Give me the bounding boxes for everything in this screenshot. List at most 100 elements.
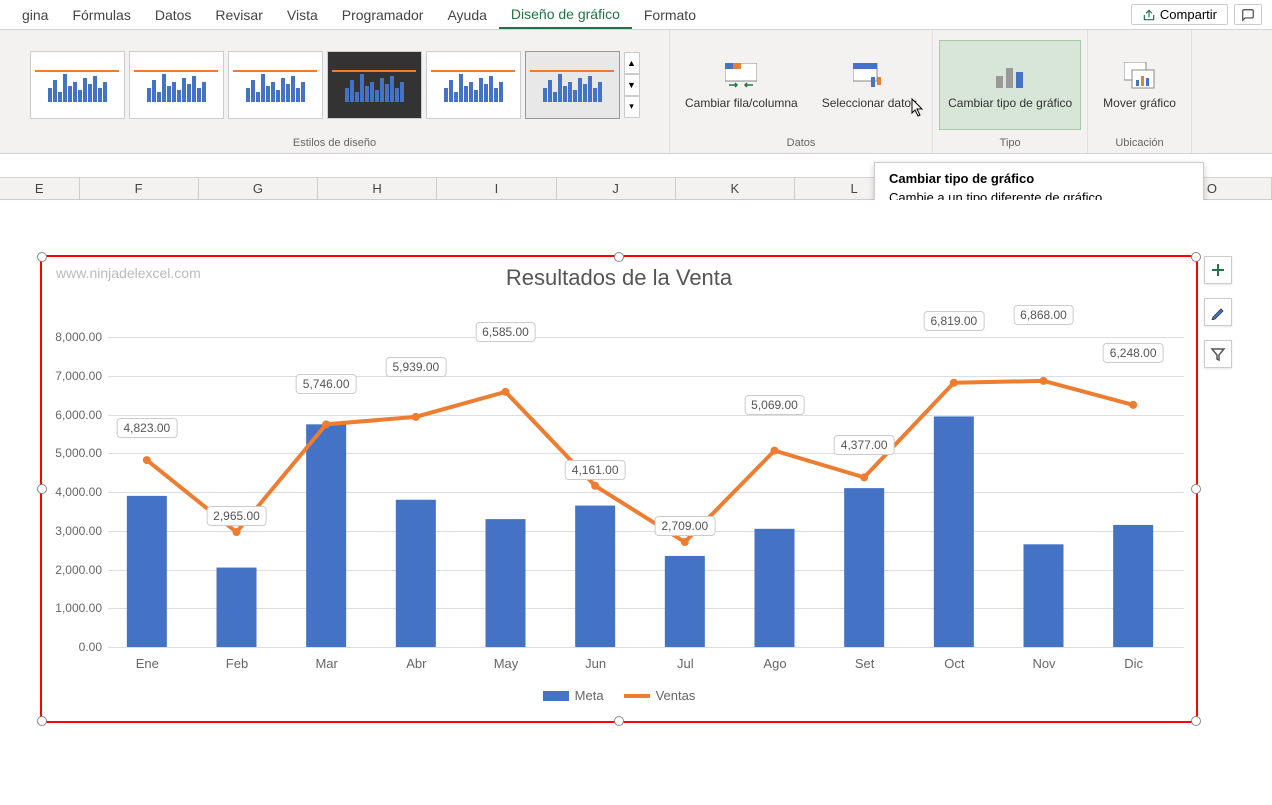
line-point[interactable] [233, 528, 241, 536]
plot-area[interactable] [102, 337, 1178, 647]
col-head-E[interactable]: E [0, 178, 80, 199]
line-point[interactable] [1129, 401, 1137, 409]
sel-handle-nw[interactable] [37, 252, 47, 262]
move-chart-button[interactable]: Mover gráfico [1094, 40, 1185, 130]
data-label[interactable]: 2,709.00 [654, 516, 715, 536]
col-head-G[interactable]: G [199, 178, 318, 199]
line-point[interactable] [502, 388, 510, 396]
chart-style-4[interactable] [327, 51, 422, 119]
comment-icon [1241, 8, 1255, 22]
brush-icon [1210, 304, 1226, 320]
chart-style-2[interactable] [129, 51, 224, 119]
sel-handle-e[interactable] [1191, 484, 1201, 494]
col-head-J[interactable]: J [557, 178, 676, 199]
bar-Mar[interactable] [306, 424, 346, 647]
line-point[interactable] [322, 420, 330, 428]
sel-handle-ne[interactable] [1191, 252, 1201, 262]
y-tick-label: 4,000.00 [42, 485, 102, 499]
switch-row-col-button[interactable]: Cambiar fila/columna [676, 40, 807, 130]
bar-Dic[interactable] [1113, 525, 1153, 647]
ribbon-tab-pagina[interactable]: gina [10, 0, 60, 29]
line-point[interactable] [143, 456, 151, 464]
ribbon-tab-vista[interactable]: Vista [275, 0, 330, 29]
bar-May[interactable] [486, 519, 526, 647]
chart-title[interactable]: Resultados de la Venta [42, 257, 1196, 299]
chart-elements-button[interactable] [1204, 256, 1232, 284]
chart-filters-button[interactable] [1204, 340, 1232, 368]
x-tick-label: Ago [731, 656, 820, 671]
chart-legend[interactable]: Meta Ventas [42, 688, 1196, 703]
chart-style-3[interactable] [228, 51, 323, 119]
line-point[interactable] [1040, 377, 1048, 385]
ribbon-tabs: gina Fórmulas Datos Revisar Vista Progra… [0, 0, 1272, 30]
data-label[interactable]: 6,819.00 [923, 311, 984, 331]
chart-styles-button[interactable] [1204, 298, 1232, 326]
chart-object[interactable]: www.ninjadelexcel.com Resultados de la V… [40, 255, 1198, 723]
data-label[interactable]: 5,069.00 [744, 395, 805, 415]
change-chart-type-button[interactable]: Cambiar tipo de gráfico [939, 40, 1081, 130]
ribbon-group-label-type: Tipo [1000, 135, 1021, 151]
chart-style-1[interactable] [30, 51, 125, 119]
bar-Set[interactable] [844, 488, 884, 647]
col-head-I[interactable]: I [437, 178, 556, 199]
data-label[interactable]: 4,377.00 [834, 435, 895, 455]
ribbon-tab-formulas[interactable]: Fórmulas [60, 0, 142, 29]
bar-Ene[interactable] [127, 496, 167, 647]
sel-handle-n[interactable] [614, 252, 624, 262]
ribbon-tab-revisar[interactable]: Revisar [203, 0, 274, 29]
col-head-H[interactable]: H [318, 178, 437, 199]
legend-meta[interactable]: Meta [543, 688, 604, 703]
sel-handle-se[interactable] [1191, 716, 1201, 726]
comments-button[interactable] [1234, 4, 1262, 25]
x-tick-label: Ene [103, 656, 192, 671]
data-label[interactable]: 4,161.00 [565, 460, 626, 480]
ribbon-tab-programador[interactable]: Programador [330, 0, 436, 29]
line-point[interactable] [860, 473, 868, 481]
line-point[interactable] [591, 482, 599, 490]
data-label[interactable]: 6,248.00 [1103, 343, 1164, 363]
col-head-K[interactable]: K [676, 178, 795, 199]
style-scroll-up[interactable]: ▲ [624, 52, 640, 74]
data-label[interactable]: 5,746.00 [296, 374, 357, 394]
sheet-area[interactable]: www.ninjadelexcel.com Resultados de la V… [0, 200, 1272, 760]
line-ventas[interactable] [147, 381, 1133, 542]
ribbon-tab-formato[interactable]: Formato [632, 0, 708, 29]
select-data-icon [853, 60, 885, 92]
chart-style-5[interactable] [426, 51, 521, 119]
change-chart-type-icon [994, 60, 1026, 92]
line-point[interactable] [681, 538, 689, 546]
bar-Jun[interactable] [575, 506, 615, 647]
data-label[interactable]: 6,585.00 [475, 322, 536, 342]
bar-Abr[interactable] [396, 500, 436, 647]
col-head-F[interactable]: F [80, 178, 199, 199]
bar-Oct[interactable] [934, 416, 974, 647]
bar-Feb[interactable] [217, 568, 257, 647]
ribbon-tab-datos[interactable]: Datos [143, 0, 204, 29]
line-point[interactable] [771, 447, 779, 455]
data-label[interactable]: 5,939.00 [385, 357, 446, 377]
watermark: www.ninjadelexcel.com [56, 265, 201, 281]
line-point[interactable] [412, 413, 420, 421]
ribbon-tab-ayuda[interactable]: Ayuda [435, 0, 498, 29]
sel-handle-sw[interactable] [37, 716, 47, 726]
chart-style-6[interactable] [525, 51, 620, 119]
legend-ventas[interactable]: Ventas [624, 688, 696, 703]
change-chart-type-label: Cambiar tipo de gráfico [948, 96, 1072, 110]
data-label[interactable]: 6,868.00 [1013, 305, 1074, 325]
ribbon-tab-diseno-grafico[interactable]: Diseño de gráfico [499, 0, 632, 29]
bar-Jul[interactable] [665, 556, 705, 647]
line-point[interactable] [950, 379, 958, 387]
x-tick-label: Jun [551, 656, 640, 671]
style-scroll-down[interactable]: ▼ [624, 74, 640, 96]
style-scroll-more[interactable]: ▾ [624, 96, 640, 118]
data-label[interactable]: 4,823.00 [116, 418, 177, 438]
bar-Nov[interactable] [1024, 544, 1064, 647]
sel-handle-s[interactable] [614, 716, 624, 726]
select-data-button[interactable]: Seleccionar datos [813, 40, 926, 130]
data-label[interactable]: 2,965.00 [206, 506, 267, 526]
y-tick-label: 7,000.00 [42, 369, 102, 383]
chart-side-buttons [1204, 256, 1232, 368]
legend-swatch-meta [543, 691, 569, 701]
bar-Ago[interactable] [755, 529, 795, 647]
share-button[interactable]: Compartir [1131, 4, 1228, 25]
